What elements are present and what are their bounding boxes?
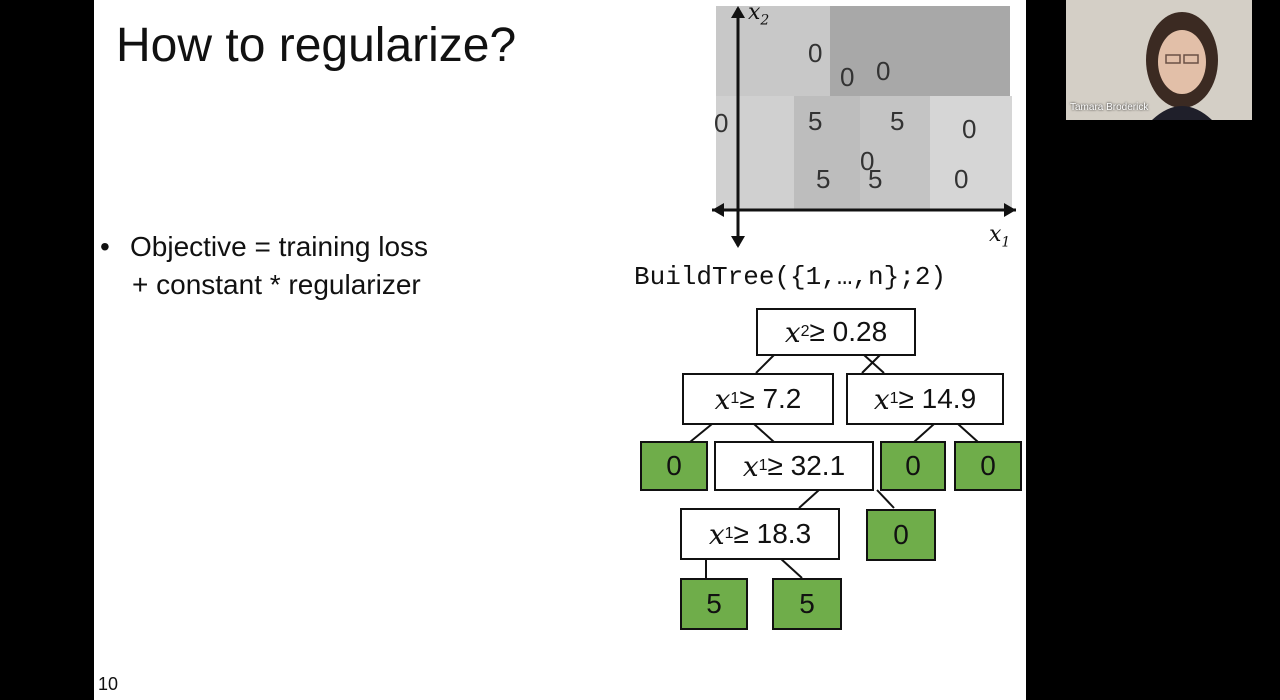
tree-leaf: 0 (866, 509, 936, 561)
tree-node-x1-14.9: x1 ≥ 14.9 (846, 373, 1004, 425)
tree-leaf: 0 (640, 441, 708, 491)
tree-leaf: 5 (772, 578, 842, 630)
tree-leaf: 0 (880, 441, 946, 491)
slide: How to regularize? • Objective = trainin… (94, 0, 1026, 700)
tree-node-x1-32.1: x1 ≥ 32.1 (714, 441, 874, 491)
tree-root-node: x2 ≥ 0.28 (756, 308, 916, 356)
tree-node-x1-7.2: x1 ≥ 7.2 (682, 373, 834, 425)
tree-leaf: 5 (680, 578, 748, 630)
participant-video-tile[interactable]: Tamara Broderick (1066, 0, 1252, 120)
participant-name: Tamara Broderick (1070, 102, 1149, 113)
tree-leaf: 0 (954, 441, 1022, 491)
tree-node-x1-18.3: x1 ≥ 18.3 (680, 508, 840, 560)
